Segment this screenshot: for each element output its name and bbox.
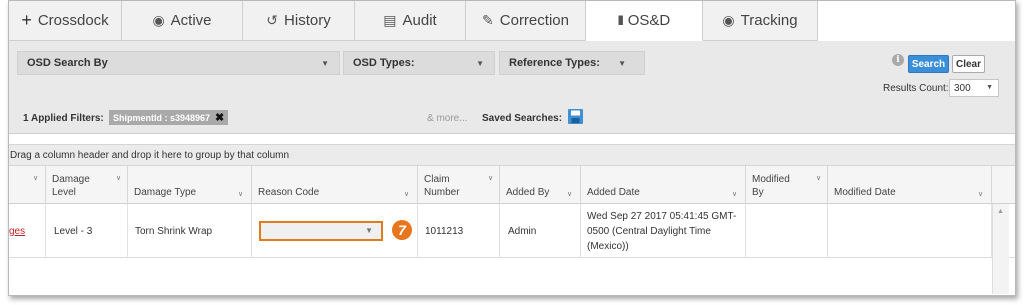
tab-label: Correction	[499, 12, 569, 29]
table-cell-modified-date	[828, 204, 992, 258]
column-header-modified-date[interactable]: Modified Date ∨	[828, 166, 992, 204]
column-header-claim-number[interactable]: Claim Number ∨	[418, 166, 500, 204]
column-header-modified-by[interactable]: Modified By ∨	[746, 166, 828, 204]
table-row[interactable]: ges Level - 3 Torn Shrink Wrap 1011213 A…	[9, 204, 1015, 258]
applied-filter-chip: ShipmentId : s3948967 ✖	[109, 110, 229, 125]
table-cell-damage-type: Torn Shrink Wrap	[128, 204, 252, 258]
chevron-down-icon: ∨	[567, 191, 573, 198]
chevron-down-icon: ∨	[978, 191, 984, 198]
chip-text: ShipmentId : s3948967	[113, 112, 211, 123]
tab-bar: + Crossdock ◉ Active ↺ History ▤ Audit ✎…	[9, 1, 818, 41]
column-header-label: Modified By	[752, 174, 790, 198]
chevron-down-icon: ▼	[365, 226, 373, 235]
tab-label: History	[284, 12, 331, 29]
tab-label: Audit	[402, 12, 437, 29]
barcode-icon: |||||	[617, 15, 624, 26]
app-window: + Crossdock ◉ Active ↺ History ▤ Audit ✎…	[8, 0, 1016, 296]
chevron-down-icon: ∨	[488, 175, 494, 182]
filter-panel: OSD Search By ▼ OSD Types: ▼ Reference T…	[9, 41, 1015, 134]
column-header-reason-code[interactable]: Reason Code ∨	[252, 166, 418, 204]
table-cell[interactable]: ges	[9, 204, 46, 258]
plus-icon: +	[21, 10, 32, 30]
results-count-label: Results Count:	[883, 83, 949, 94]
tab-tracking[interactable]: ◉ Tracking	[703, 1, 818, 41]
history-icon: ↺	[266, 12, 279, 28]
dropdown-label: OSD Types:	[353, 57, 415, 69]
remove-filter-icon[interactable]: ✖	[215, 111, 224, 124]
column-header-label: Added By	[506, 187, 550, 198]
chevron-down-icon: ▼	[986, 84, 993, 91]
tab-label: Active	[170, 12, 212, 29]
tab-label: Crossdock	[37, 12, 109, 29]
column-header-added-date[interactable]: Added Date ∨	[581, 166, 746, 204]
chevron-down-icon: ▼	[321, 59, 329, 68]
dropdown-label: OSD Search By	[27, 57, 108, 69]
tab-osd[interactable]: ||||| OS&D	[586, 1, 703, 41]
grid-header: ∨ Damage Level ∨ Damage Type ∨ Reason Co…	[9, 166, 1015, 204]
clear-button[interactable]: Clear	[952, 55, 985, 73]
column-header-label: Modified Date	[834, 187, 896, 198]
chevron-down-icon: ▼	[618, 59, 626, 68]
pencil-icon: ✎	[482, 12, 494, 28]
results-count-select[interactable]: 300 ▼	[949, 79, 999, 97]
column-header-label: Added Date	[587, 187, 640, 198]
chevron-down-icon: ∨	[404, 191, 410, 198]
active-icon: ◉	[152, 12, 165, 28]
table-cell-modified-by	[746, 204, 828, 258]
osd-types-dropdown[interactable]: OSD Types: ▼	[343, 51, 495, 75]
applied-filters-label: 1 Applied Filters:	[23, 113, 104, 124]
results-count-value: 300	[954, 82, 971, 94]
chevron-down-icon: ∨	[816, 175, 822, 182]
saved-searches-label: Saved Searches:	[482, 113, 563, 124]
more-filters-link[interactable]: & more...	[427, 113, 468, 124]
table-cell-damage-level: Level - 3	[46, 204, 128, 258]
table-cell-claim-number: 1011213	[418, 204, 500, 258]
chevron-down-icon: ∨	[732, 191, 738, 198]
table-cell-added-by: Admin	[500, 204, 581, 258]
reference-types-dropdown[interactable]: Reference Types: ▼	[499, 51, 645, 75]
column-header[interactable]: ∨	[9, 166, 46, 204]
chevron-down-icon: ∨	[33, 175, 39, 182]
audit-icon: ▤	[383, 12, 397, 28]
chevron-down-icon: ▼	[476, 59, 484, 68]
osd-search-by-dropdown[interactable]: OSD Search By ▼	[17, 51, 340, 75]
tab-active[interactable]: ◉ Active	[122, 1, 243, 41]
save-icon[interactable]	[568, 109, 583, 124]
tab-label: OS&D	[627, 12, 671, 29]
tab-audit[interactable]: ▤ Audit	[355, 1, 466, 41]
scroll-up-icon[interactable]: ▲	[997, 208, 1004, 215]
tab-history[interactable]: ↺ History	[243, 1, 355, 41]
tab-label: Tracking	[740, 12, 798, 29]
column-header-added-by[interactable]: Added By ∨	[500, 166, 581, 204]
reason-code-dropdown[interactable]: ▼	[259, 221, 383, 241]
group-by-hint[interactable]: Drag a column header and drop it here to…	[9, 144, 1015, 166]
row-link[interactable]: ges	[9, 226, 25, 237]
chevron-down-icon: ∨	[116, 175, 122, 182]
info-icon[interactable]: i	[892, 54, 904, 66]
tracking-icon: ◉	[722, 12, 735, 28]
column-header-damage-type[interactable]: Damage Type ∨	[128, 166, 252, 204]
tab-correction[interactable]: ✎ Correction	[466, 1, 586, 41]
dropdown-label: Reference Types:	[509, 57, 600, 69]
search-button[interactable]: Search	[908, 55, 949, 73]
column-header-label: Reason Code	[258, 187, 320, 198]
chevron-down-icon: ∨	[238, 191, 244, 198]
column-header-damage-level[interactable]: Damage Level ∨	[46, 166, 128, 204]
tab-crossdock[interactable]: + Crossdock	[9, 1, 122, 41]
vertical-scrollbar[interactable]: ▲	[992, 204, 1009, 294]
column-header-label: Damage Type	[134, 187, 197, 198]
column-header-label: Damage Level	[52, 174, 90, 198]
step-callout-badge: 7	[392, 220, 412, 240]
table-cell-added-date: Wed Sep 27 2017 05:41:45 GMT-0500 (Centr…	[581, 204, 746, 258]
column-header-label: Claim Number	[424, 174, 460, 198]
